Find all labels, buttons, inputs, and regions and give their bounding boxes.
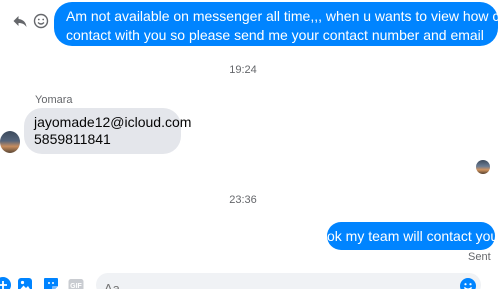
- outgoing-message-bubble[interactable]: ok my team will contact you: [327, 222, 498, 250]
- outgoing-message-bubble[interactable]: Am not available on messenger all time,,…: [54, 2, 500, 46]
- message-text-line: jayomade12@icloud.com: [34, 114, 192, 130]
- message-input[interactable]: [96, 273, 481, 289]
- message-text-line: contact with you so please send me your …: [66, 27, 484, 43]
- incoming-message-bubble[interactable]: jayomade12@icloud.com 5859811841: [24, 108, 192, 154]
- message-text-line: 5859811841: [34, 131, 111, 147]
- gif-icon[interactable]: GIF: [67, 276, 85, 289]
- avatar[interactable]: [0, 131, 20, 153]
- composer-emoji-icon[interactable]: [459, 277, 477, 289]
- message-timestamp: 19:24: [229, 64, 257, 76]
- sender-name: Yomara: [35, 94, 73, 106]
- sticker-icon[interactable]: [42, 276, 60, 289]
- message-timestamp: 23:36: [229, 194, 257, 206]
- emoji-icon[interactable]: [33, 13, 49, 29]
- sent-status: Sent: [468, 251, 491, 263]
- message-text-line: Am not available on messenger all time,,…: [66, 8, 500, 24]
- reply-icon[interactable]: [12, 13, 28, 29]
- svg-text:GIF: GIF: [70, 283, 82, 289]
- add-icon[interactable]: [0, 276, 12, 289]
- photo-icon[interactable]: [16, 276, 34, 289]
- seen-avatar: [476, 160, 490, 174]
